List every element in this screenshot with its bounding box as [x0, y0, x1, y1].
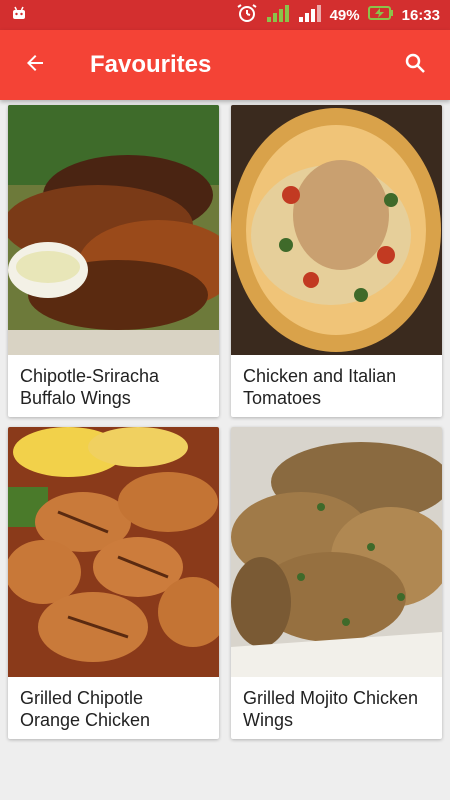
status-bar: 49% 16:33	[0, 0, 450, 30]
battery-percent: 49%	[329, 6, 360, 24]
signal-icon	[266, 3, 290, 27]
arrow-back-icon	[23, 51, 47, 80]
mojito-wings-photo	[231, 427, 442, 677]
search-icon	[403, 51, 427, 80]
recipe-card[interactable]: Grilled Chipotle Orange Chicken	[8, 427, 219, 739]
back-button[interactable]	[0, 30, 70, 100]
recipe-title: Chicken and Italian Tomatoes	[243, 366, 397, 408]
app-bar: Favourites	[0, 30, 450, 100]
recipe-title: Chipotle-Sriracha Buffalo Wings	[20, 366, 160, 408]
recipe-card[interactable]: Grilled Mojito Chicken Wings	[231, 427, 442, 739]
clock: 16:33	[401, 6, 440, 24]
signal-2-icon	[298, 3, 322, 27]
recipe-grid: Chipotle-Sriracha Buffalo Wings Chicken …	[8, 105, 442, 739]
buffalo-wings-photo	[8, 105, 219, 355]
chicken-tomatoes-photo	[231, 105, 442, 355]
recipe-card[interactable]: Chicken and Italian Tomatoes	[231, 105, 442, 417]
recipe-title: Grilled Chipotle Orange Chicken	[20, 688, 151, 730]
recipe-card[interactable]: Chipotle-Sriracha Buffalo Wings	[8, 105, 219, 417]
recipe-title: Grilled Mojito Chicken Wings	[243, 688, 419, 730]
android-icon	[10, 4, 28, 26]
grilled-chicken-photo	[8, 427, 219, 677]
battery-charging-icon	[367, 5, 394, 25]
alarm-icon	[236, 3, 258, 27]
page-title: Favourites	[90, 51, 212, 78]
search-button[interactable]	[380, 30, 450, 100]
